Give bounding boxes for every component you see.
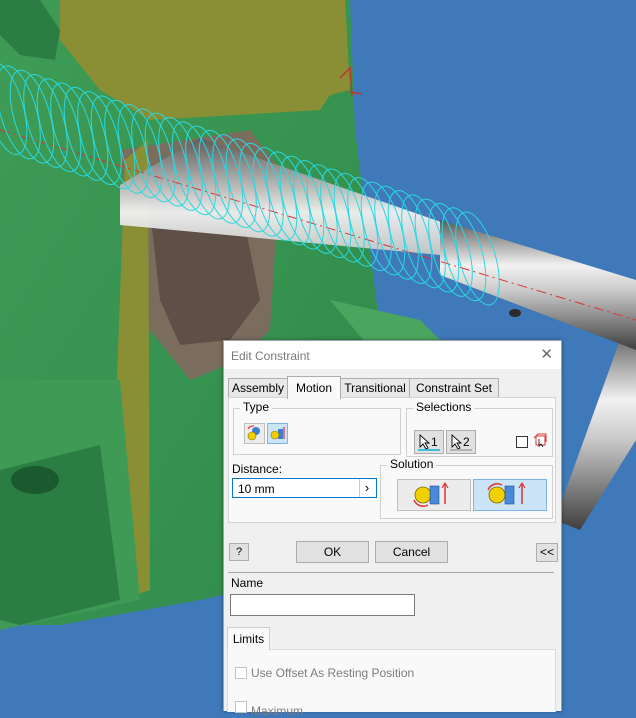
help-icon: ? [235,546,243,558]
tab-limits[interactable]: Limits [227,627,270,650]
ok-button[interactable]: OK [296,541,369,563]
distance-input[interactable]: 10 mm › [232,478,377,498]
distance-arrow-button[interactable]: › [359,479,374,497]
first-occurrence-checkbox[interactable] [516,436,528,448]
selection-1-button[interactable]: 1 [414,430,444,454]
maximum-checkbox[interactable] [235,701,247,713]
tab-transitional[interactable]: Transitional [340,378,410,398]
type-group: Type [233,400,401,455]
selection-1-label: 1 [431,435,438,449]
name-input[interactable] [230,594,415,616]
cursor-arrow-icon [451,434,463,450]
cancel-button[interactable]: Cancel [375,541,448,563]
help-button[interactable]: ? [229,543,249,561]
limits-panel: Use Offset As Resting Position Maximum [227,649,556,718]
distance-label: Distance: [232,462,283,476]
reverse-solution-icon [487,481,526,505]
type-label: Type [240,400,273,414]
maximum-label: Maximum [251,704,304,718]
tab-assembly[interactable]: Assembly [228,378,288,398]
selection-2-button[interactable]: 2 [446,430,476,454]
selection-2-indicator [450,449,472,451]
selections-group: Selections 1 2 [406,400,553,457]
select-other-icon[interactable] [533,433,547,447]
divider [228,572,554,573]
selections-label: Selections [413,400,475,414]
rotation-translation-type-button[interactable] [267,423,288,444]
rotation-translation-icon [270,427,285,440]
use-offset-checkbox[interactable] [235,667,247,679]
dialog-title: Edit Constraint [231,349,310,363]
use-offset-label: Use Offset As Resting Position [251,666,415,680]
solution-label: Solution [387,457,437,471]
distance-value: 10 mm [238,482,275,496]
selection-2-label: 2 [463,435,470,449]
cursor-arrow-icon [419,434,431,450]
rotation-icon [247,425,260,441]
rotation-type-button[interactable] [244,423,265,444]
tab-constraint-set[interactable]: Constraint Set [409,378,499,398]
selection-1-indicator [418,449,440,451]
edit-constraint-dialog: Edit Constraint ✕ Assembly Motion Transi… [223,340,562,718]
tab-motion[interactable]: Motion [287,376,341,399]
solution-group: Solution [380,457,553,519]
collapse-button[interactable]: << [536,543,558,562]
forward-solution-icon [413,481,449,507]
forward-solution-button[interactable] [397,479,471,511]
name-label: Name [231,576,264,590]
motion-tab-panel: Type Selections 1 2 Distance: 10 mm › So… [228,397,556,523]
close-icon[interactable]: ✕ [540,345,553,363]
dialog-titlebar[interactable]: Edit Constraint ✕ [224,341,561,369]
reverse-solution-button[interactable] [473,479,547,511]
